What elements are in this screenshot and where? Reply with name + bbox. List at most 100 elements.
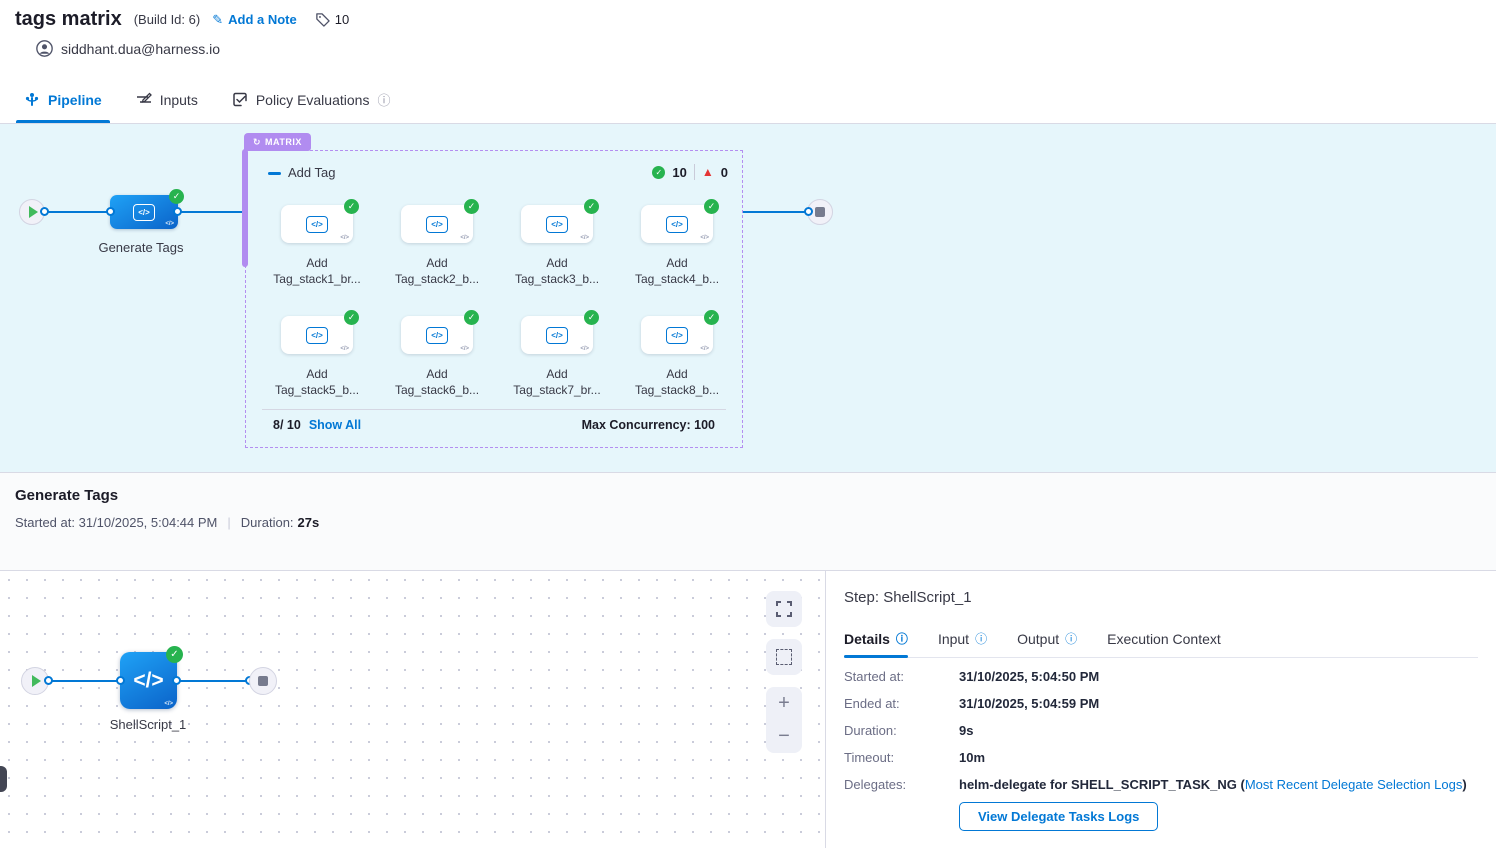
matrix-accent-bar [242,149,248,267]
inputs-icon [136,92,152,108]
connector-dot [116,676,125,685]
stage-summary: Generate Tags Started at: 31/10/2025, 5:… [0,472,1496,570]
matrix-step-label: AddTag_stack1_br... [252,255,382,287]
step-details-panel: Step: ShellScript_1 Detailsⓘ Inputⓘ Outp… [825,571,1496,848]
matrix-step-card[interactable]: </>✓</> [281,316,353,354]
tab-pipeline[interactable]: Pipeline [24,76,102,123]
fit-to-screen-button[interactable] [766,591,802,627]
script-step-icon: </> [426,327,448,344]
marquee-select-button[interactable] [766,639,802,675]
tab-inputs-label: Inputs [160,92,198,108]
success-check-icon: ✓ [464,310,479,325]
script-step-icon: </> [546,216,568,233]
delegate-selection-logs-link[interactable]: Most Recent Delegate Selection Logs [1245,777,1463,792]
success-count-icon: ✓ [652,166,665,179]
step-panel-title: Step: ShellScript_1 [844,589,1496,606]
script-step-icon: </> [666,216,688,233]
matrix-step-label: AddTag_stack7_br... [492,366,622,398]
success-check-icon: ✓ [169,189,184,204]
code-corner-icon: </> [340,346,349,352]
code-corner-icon: </> [700,235,709,241]
shellscript-node[interactable]: </> ✓ </> [120,652,177,709]
detail-row-timeout: Timeout:10m [844,750,1496,766]
success-check-icon: ✓ [166,646,183,663]
pipeline-graph: </> ✓ </> Generate Tags ↻ MATRIX Add Tag… [0,124,1496,472]
tag-count[interactable]: 10 [315,12,349,27]
edge-step-to-end [177,680,250,682]
zoom-controls: + − [766,687,802,753]
collapse-matrix-button[interactable] [268,172,281,175]
connector-dot [40,207,49,216]
stop-icon [258,676,268,686]
success-check-icon: ✓ [344,310,359,325]
success-check-icon: ✓ [464,199,479,214]
step-end-node[interactable] [249,667,277,695]
build-id: (Build Id: 6) [134,12,200,27]
divider: | [227,515,230,530]
user-email: siddhant.dua@harness.io [61,41,220,57]
zoom-out-button[interactable]: − [766,720,802,753]
matrix-step-label: AddTag_stack6_b... [372,366,502,398]
details-info-icon[interactable]: ⓘ [896,630,908,647]
matrix-step-card[interactable]: </>✓</> [521,205,593,243]
connector-dot [173,207,182,216]
loop-icon: ↻ [253,137,261,148]
tab-policy-evaluations[interactable]: Policy Evaluations ⓘ [232,76,391,123]
shellscript-node-label: ShellScript_1 [88,717,208,732]
divider [694,164,695,180]
tab-input[interactable]: Inputⓘ [938,630,987,657]
edge-matrix-to-end [743,211,810,213]
generate-tags-node[interactable]: </> ✓ </> [110,195,178,229]
play-icon [29,206,38,218]
connector-dot [172,676,181,685]
user-avatar-icon [36,40,53,57]
matrix-step-label: AddTag_stack3_b... [492,255,622,287]
execution-header: tags matrix (Build Id: 6) ✎ Add a Note 1… [0,0,1496,76]
matrix-step-label: AddTag_stack5_b... [252,366,382,398]
matrix-step-card[interactable]: </>✓</> [521,316,593,354]
code-corner-icon: </> [460,235,469,241]
success-count: 10 [672,165,686,180]
matrix-step-label: AddTag_stack8_b... [612,366,742,398]
code-corner-icon: </> [340,235,349,241]
add-note-button[interactable]: ✎ Add a Note [212,12,297,28]
matrix-step-card[interactable]: </>✓</> [641,205,713,243]
matrix-step-card[interactable]: </>✓</> [641,316,713,354]
detail-row-delegates: Delegates: helm-delegate for SHELL_SCRIP… [844,777,1496,793]
tab-inputs[interactable]: Inputs [136,76,198,123]
tab-output[interactable]: Outputⓘ [1017,630,1077,657]
success-check-icon: ✓ [344,199,359,214]
tab-policy-label: Policy Evaluations [256,92,370,108]
matrix-step-card[interactable]: </>✓</> [401,316,473,354]
matrix-status-counts: ✓ 10 ▲ 0 [652,164,728,180]
step-execution-area: </> ✓ </> ShellScript_1 + − Step: ShellS… [0,570,1496,848]
matrix-badge-label: MATRIX [265,137,302,147]
matrix-step-card[interactable]: </>✓</> [401,205,473,243]
matrix-step-card[interactable]: </>✓</> [281,205,353,243]
delegate-name: helm-delegate for SHELL_SCRIPT_TASK_NG [959,777,1237,792]
code-corner-icon: </> [700,346,709,352]
edge-start-to-generate [42,211,112,213]
policy-info-icon[interactable]: ⓘ [377,90,390,109]
tag-icon [315,12,330,27]
script-step-icon: </> [306,216,328,233]
output-info-icon[interactable]: ⓘ [1065,630,1077,647]
matrix-step-label: AddTag_stack4_b... [612,255,742,287]
script-step-icon: </> [426,216,448,233]
zoom-in-button[interactable]: + [766,687,802,720]
tab-details[interactable]: Detailsⓘ [844,630,908,657]
view-delegate-tasks-logs-button[interactable]: View Delegate Tasks Logs [959,802,1158,831]
console-drawer-handle[interactable] [0,766,7,792]
stop-icon [815,207,825,217]
details-tabbar: Detailsⓘ Inputⓘ Outputⓘ Execution Contex… [844,630,1478,658]
tab-execution-context[interactable]: Execution Context [1107,630,1221,657]
input-info-icon[interactable]: ⓘ [975,630,987,647]
success-check-icon: ✓ [584,310,599,325]
step-graph-canvas[interactable]: </> ✓ </> ShellScript_1 + − [0,571,825,848]
edge-generate-to-matrix [178,211,246,213]
show-all-link[interactable]: Show All [309,418,361,432]
detail-row-duration: Duration:9s [844,723,1496,739]
script-step-icon: </> [133,204,155,221]
edge-start-to-step [49,680,120,682]
failure-warning-icon: ▲ [702,166,714,178]
